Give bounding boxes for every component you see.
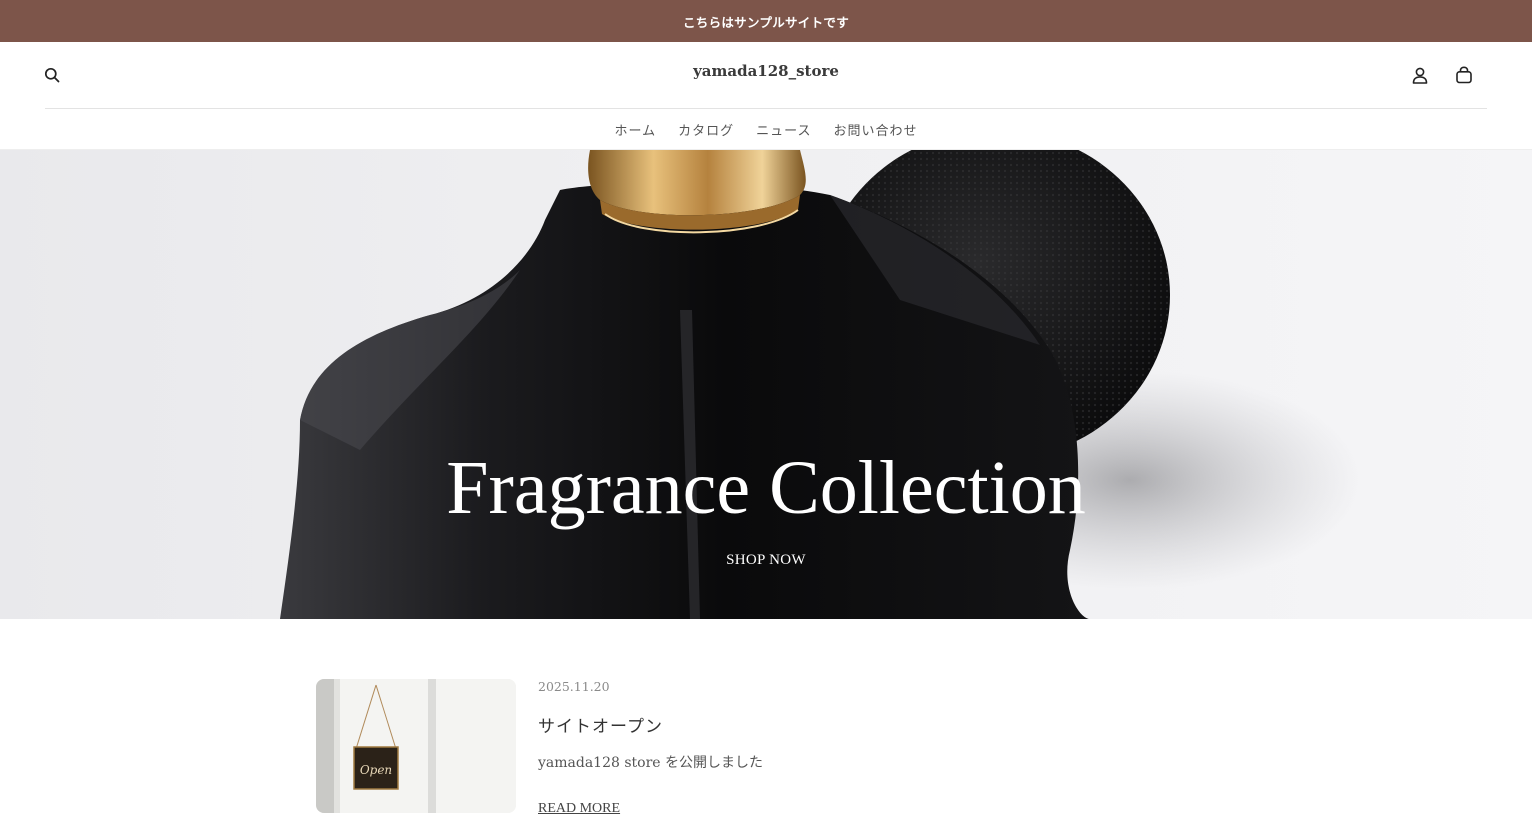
news-thumbnail[interactable]: Open — [316, 679, 516, 813]
shop-now-button[interactable]: SHOP NOW — [691, 546, 841, 574]
hero-banner: Fragrance Collection SHOP NOW — [0, 150, 1532, 619]
news-excerpt: yamada128 store を公開しました — [538, 755, 764, 771]
search-button[interactable] — [37, 60, 67, 90]
main-nav: ホーム カタログ ニュース お問い合わせ — [0, 109, 1532, 150]
nav-item-home[interactable]: ホーム — [614, 120, 656, 139]
cart-button[interactable] — [1449, 60, 1479, 90]
nav-item-catalog[interactable]: カタログ — [678, 120, 734, 139]
hero-title: Fragrance Collection — [446, 446, 1086, 530]
news-title[interactable]: サイトオープン — [538, 712, 663, 737]
store-logo[interactable]: yamada128_store — [566, 62, 966, 80]
open-sign-image: Open — [316, 679, 516, 813]
news-date: 2025.11.20 — [538, 679, 610, 694]
read-more-link[interactable]: READ MORE — [538, 801, 620, 817]
search-icon — [44, 67, 60, 83]
nav-item-news[interactable]: ニュース — [756, 120, 811, 139]
nav-item-contact[interactable]: お問い合わせ — [833, 120, 917, 139]
announcement-text: こちらはサンプルサイトです — [682, 14, 850, 30]
news-section: Open 2025.11.20 サイトオープン yamada128 store … — [316, 679, 1216, 839]
announcement-bar: こちらはサンプルサイトです — [0, 0, 1532, 42]
account-icon — [1412, 67, 1428, 84]
cart-icon — [1456, 66, 1472, 84]
sign-text: Open — [360, 763, 392, 777]
account-button[interactable] — [1405, 60, 1435, 90]
site-header: yamada128_store ホーム カタログ ニュース お問い合わせ — [0, 42, 1532, 150]
